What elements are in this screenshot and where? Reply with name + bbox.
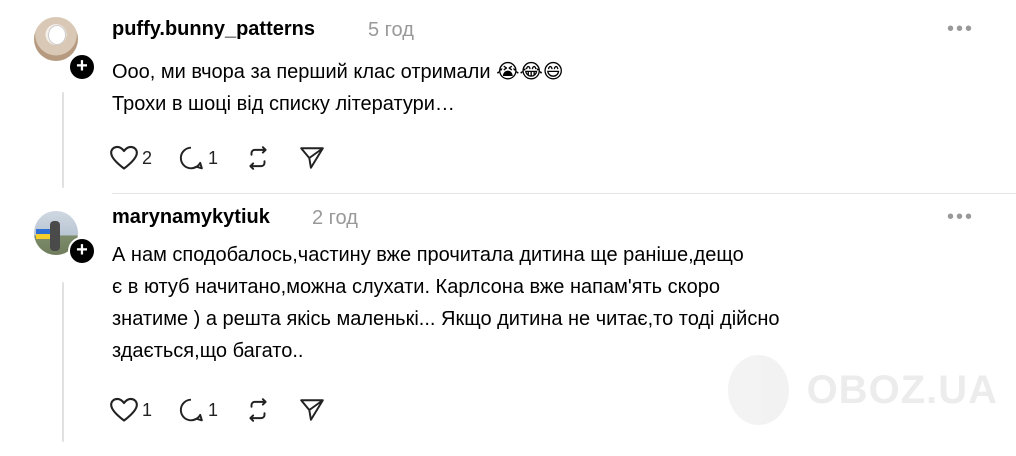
like-button[interactable]: 1	[110, 397, 152, 423]
post-text-line: є в ютуб начитано,можна слухати. Карлсон…	[112, 276, 720, 298]
avatar-image	[48, 25, 66, 45]
avatar-image	[36, 229, 50, 239]
like-count: 2	[142, 147, 153, 168]
post-text-line: А нам сподобалось,частину вже прочитала …	[112, 244, 744, 266]
username[interactable]: marynamykytiuk	[112, 206, 270, 229]
send-icon	[300, 399, 324, 421]
watermark-text: OBOZ.UA	[806, 367, 998, 412]
comment-icon	[179, 146, 203, 170]
repost-button[interactable]	[244, 397, 272, 423]
post-text: А нам сподобалось,частину вже прочитала …	[112, 239, 912, 367]
reply-count: 1	[208, 147, 219, 168]
action-bar: 2 1	[110, 144, 352, 172]
repost-icon	[249, 146, 267, 170]
send-icon	[300, 147, 324, 169]
heart-icon	[110, 397, 138, 422]
share-button[interactable]	[298, 397, 326, 423]
more-options-icon[interactable]: •••	[947, 18, 974, 41]
username[interactable]: puffy.bunny_patterns	[112, 18, 315, 41]
comment-icon	[179, 398, 203, 422]
repost-icon	[249, 398, 267, 422]
post-text: Ооо, ми вчора за перший клас отримали 😭😂…	[112, 56, 912, 120]
like-count: 1	[142, 399, 153, 420]
watermark: OBOZ.UA	[728, 350, 998, 430]
post: + puffy.bunny_patterns 5 год ••• Ооо, ми…	[0, 0, 1016, 194]
follow-plus-icon[interactable]: +	[68, 237, 96, 265]
post-text-line: Трохи в шоці від списку літератури…	[112, 93, 455, 115]
share-button[interactable]	[298, 145, 326, 171]
reply-button[interactable]: 1	[178, 145, 218, 171]
thread-line	[62, 282, 64, 442]
heart-icon	[110, 145, 138, 170]
thread-line	[62, 92, 64, 188]
like-button[interactable]: 2	[110, 145, 152, 171]
repost-button[interactable]	[244, 145, 272, 171]
avatar[interactable]	[34, 17, 78, 61]
post-text-line: Ооо, ми вчора за перший клас отримали 😭😂…	[112, 61, 564, 83]
action-bar: 1 1	[110, 396, 352, 424]
follow-plus-icon[interactable]: +	[68, 53, 96, 81]
reply-count: 1	[208, 399, 219, 420]
post-time: 5 год	[368, 19, 414, 41]
avatar-figure	[50, 221, 60, 251]
post-text-line: знатиме ) а решта якісь маленькі... Якщо…	[112, 308, 780, 330]
post-time: 2 год	[312, 207, 358, 229]
reply-button[interactable]: 1	[178, 397, 218, 423]
more-options-icon[interactable]: •••	[947, 206, 974, 229]
watermark-logo-icon	[728, 355, 789, 425]
